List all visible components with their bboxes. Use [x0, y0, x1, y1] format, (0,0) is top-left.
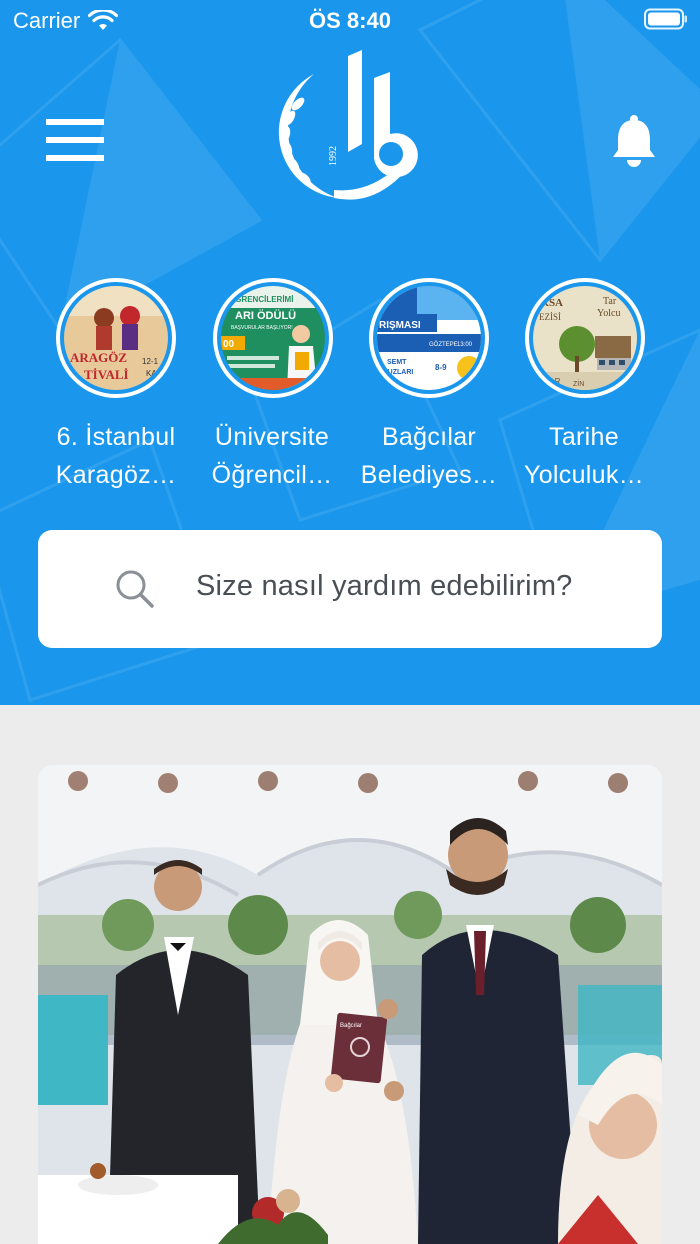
story-thumbnail-ring: RSA Tar Yolcu EZİSİ ULAR ZİN: [525, 278, 645, 398]
thumb-text: EZİSİ: [539, 312, 561, 322]
story-title-line: Belediyes…: [360, 461, 498, 489]
bell-icon: [613, 115, 655, 167]
thumb-text: 00: [223, 339, 235, 350]
story-thumbnail: E RIŞMASI GÖZTEPE 13:00 SEMT YUZLARI 8-9: [377, 286, 481, 390]
hamburger-menu-button[interactable]: [46, 118, 104, 162]
app-header: Carrier ÖS 8:40 1992 ARAGÖZ TİVALİ 12-1 …: [0, 0, 700, 705]
thumb-text: E: [379, 302, 385, 312]
battery-icon: [644, 8, 687, 30]
story-title-line: Karagöz…: [55, 461, 177, 489]
story-title-line: Öğrencil…: [211, 461, 333, 489]
thumb-text: RSA: [541, 297, 563, 309]
thumb-text: 8-9: [435, 363, 447, 372]
story-thumbnail-image: E RIŞMASI GÖZTEPE 13:00 SEMT YUZLARI 8-9: [377, 286, 481, 390]
thumb-text: Tar: [603, 296, 617, 307]
thumb-text: ZİN: [573, 379, 584, 388]
story-thumbnail-image: ARAGÖZ TİVALİ 12-1 KA: [64, 286, 168, 390]
story-thumbnail-ring: ARAGÖZ TİVALİ 12-1 KA: [56, 278, 176, 398]
story-thumbnail: RSA Tar Yolcu EZİSİ ULAR ZİN: [533, 286, 637, 390]
thumb-text: BAŞVURULAR BAŞLIYOR!: [231, 325, 293, 331]
thumb-text: YUZLARI: [383, 369, 413, 376]
story-title: Üniversite Öğrencil…: [192, 418, 352, 494]
thumb-text: GÖZTEPE: [429, 341, 458, 348]
status-time: ÖS 8:40: [309, 8, 391, 33]
bagcilar-logo[interactable]: 1992: [270, 48, 430, 208]
thumb-text: ÖĞRENCİLERİMİ: [229, 295, 293, 304]
story-title-line: 6. İstanbul: [56, 423, 176, 451]
thumb-text: TİVALİ: [84, 367, 129, 382]
story-thumbnail-image: ÖĞRENCİLERİMİ ARI ÖDÜLÜ BAŞVURULAR BAŞLI…: [221, 286, 325, 390]
thumb-text: SEMT: [387, 359, 407, 366]
thumb-text: ARAGÖZ: [70, 350, 127, 365]
thumb-text: KA: [146, 369, 157, 378]
search-placeholder: Size nasıl yardım edebilirim?: [196, 570, 573, 602]
notifications-button[interactable]: [610, 114, 658, 168]
story-thumbnail: ARAGÖZ TİVALİ 12-1 KA: [64, 286, 168, 390]
story-thumbnail: ÖĞRENCİLERİMİ ARI ÖDÜLÜ BAŞVURULAR BAŞLI…: [221, 286, 325, 390]
hamburger-menu-icon: [46, 119, 104, 161]
story-title: Bağcılar Belediyes…: [349, 418, 509, 494]
story-title-line: Tarihe: [549, 423, 619, 451]
logo-year: 1992: [328, 146, 339, 166]
search-bar[interactable]: Size nasıl yardım edebilirim?: [38, 530, 662, 648]
story-thumbnail-image: RSA Tar Yolcu EZİSİ ULAR ZİN: [533, 286, 637, 390]
search-icon: [116, 570, 154, 608]
story-thumbnail-ring: E RIŞMASI GÖZTEPE 13:00 SEMT YUZLARI 8-9: [369, 278, 489, 398]
thumb-text: ARI ÖDÜLÜ: [235, 309, 296, 322]
thumb-text: 13:00: [457, 342, 473, 348]
story-title-line: Üniversite: [214, 423, 330, 451]
story-title: 6. İstanbul Karagöz…: [36, 418, 196, 494]
book-text: Bağcılar: [340, 1023, 362, 1029]
thumb-text: RIŞMASI: [379, 320, 421, 331]
status-bar: Carrier ÖS 8:40: [0, 0, 700, 40]
story-thumbnail-ring: ÖĞRENCİLERİMİ ARI ÖDÜLÜ BAŞVURULAR BAŞLI…: [213, 278, 333, 398]
thumb-text: Yolcu: [597, 308, 620, 319]
story-title-line: Bağcılar: [381, 423, 477, 451]
story-title-line: Yolculuk…: [524, 461, 644, 489]
wedding-ceremony-photo: Bağcılar: [38, 765, 662, 1244]
news-card[interactable]: Bağcılar: [38, 765, 662, 1244]
thumb-text: 12-1: [142, 357, 159, 366]
story-title: Tarihe Yolculuk…: [504, 418, 664, 494]
